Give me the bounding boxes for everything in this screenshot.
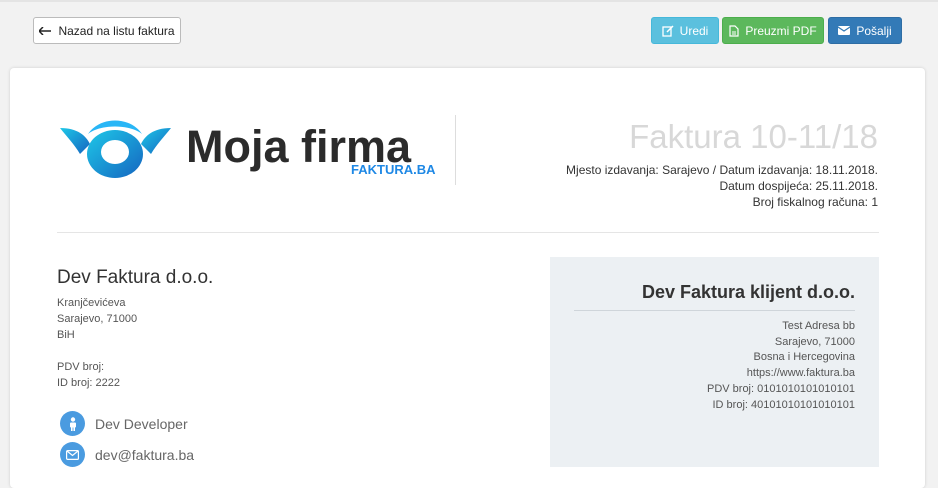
download-pdf-button[interactable]: Preuzmi PDF [722, 17, 824, 44]
envelope-icon [60, 442, 85, 467]
invoice-due-date: Datum dospijeća: 25.11.2018. [719, 179, 878, 193]
top-border [0, 0, 938, 2]
logo-subtext: FAKTURA.BA [351, 162, 436, 177]
send-button-label: Pošalji [856, 23, 892, 38]
seller-country: BiH [57, 329, 75, 341]
seller-details: Kranjčevićeva Sarajevo, 71000 BiH PDV br… [57, 295, 137, 391]
invoice-meta: Mjesto izdavanja: Sarajevo / Datum izdav… [566, 162, 878, 210]
seller-id: ID broj: 2222 [57, 377, 120, 389]
contact-person-row: Dev Developer [60, 411, 188, 436]
logo-mark-icon [60, 120, 171, 178]
person-icon [60, 411, 85, 436]
client-country: Bosna i Hercegovina [753, 351, 855, 364]
client-address: Test Adresa bb [782, 320, 855, 332]
edit-button[interactable]: Uredi [651, 17, 719, 44]
client-city: Sarajevo, 71000 [774, 335, 855, 348]
contact-email[interactable]: dev@faktura.ba [95, 447, 194, 463]
contact-email-row: dev@faktura.ba [60, 442, 194, 467]
client-id: ID broj: 40101010101010101 [712, 398, 855, 411]
invoice-title: Faktura 10-11/18 [629, 118, 878, 155]
seller-city: Sarajevo, 71000 [57, 313, 138, 325]
seller-pdv: PDV broj: [57, 361, 105, 373]
pdf-file-icon [729, 24, 739, 37]
client-box: Dev Faktura klijent d.o.o. Test Adresa b… [550, 257, 879, 467]
seller-street: Kranjčevićeva [57, 297, 126, 309]
pdf-button-label: Preuzmi PDF [745, 23, 817, 38]
seller-name: Dev Faktura d.o.o. [57, 267, 214, 288]
envelope-icon [838, 26, 851, 35]
client-details: Test Adresa bb Sarajevo, 71000 Bosna i H… [707, 319, 855, 413]
client-website[interactable]: https://www.faktura.ba [707, 366, 855, 382]
client-divider [574, 310, 855, 311]
arrow-left-icon [39, 26, 52, 35]
header-divider [455, 115, 456, 185]
edit-icon [662, 24, 674, 37]
client-pdv: PDV broj: 0101010101010101 [706, 382, 855, 395]
client-name: Dev Faktura klijent d.o.o. [641, 282, 855, 302]
edit-button-label: Uredi [679, 23, 709, 38]
invoice-place-date: Mjesto izdavanja: Sarajevo / Datum izdav… [566, 163, 878, 177]
section-divider [57, 232, 879, 233]
back-to-list-button[interactable]: Nazad na listu faktura [33, 17, 181, 44]
back-button-label: Nazad na listu faktura [58, 23, 175, 38]
company-logo: Moja firma FAKTURA.BA [58, 114, 438, 186]
invoice-fiscal-number: Broj fiskalnog računa: 1 [752, 195, 878, 209]
contact-person-name: Dev Developer [95, 415, 188, 432]
send-button[interactable]: Pošalji [828, 17, 902, 44]
